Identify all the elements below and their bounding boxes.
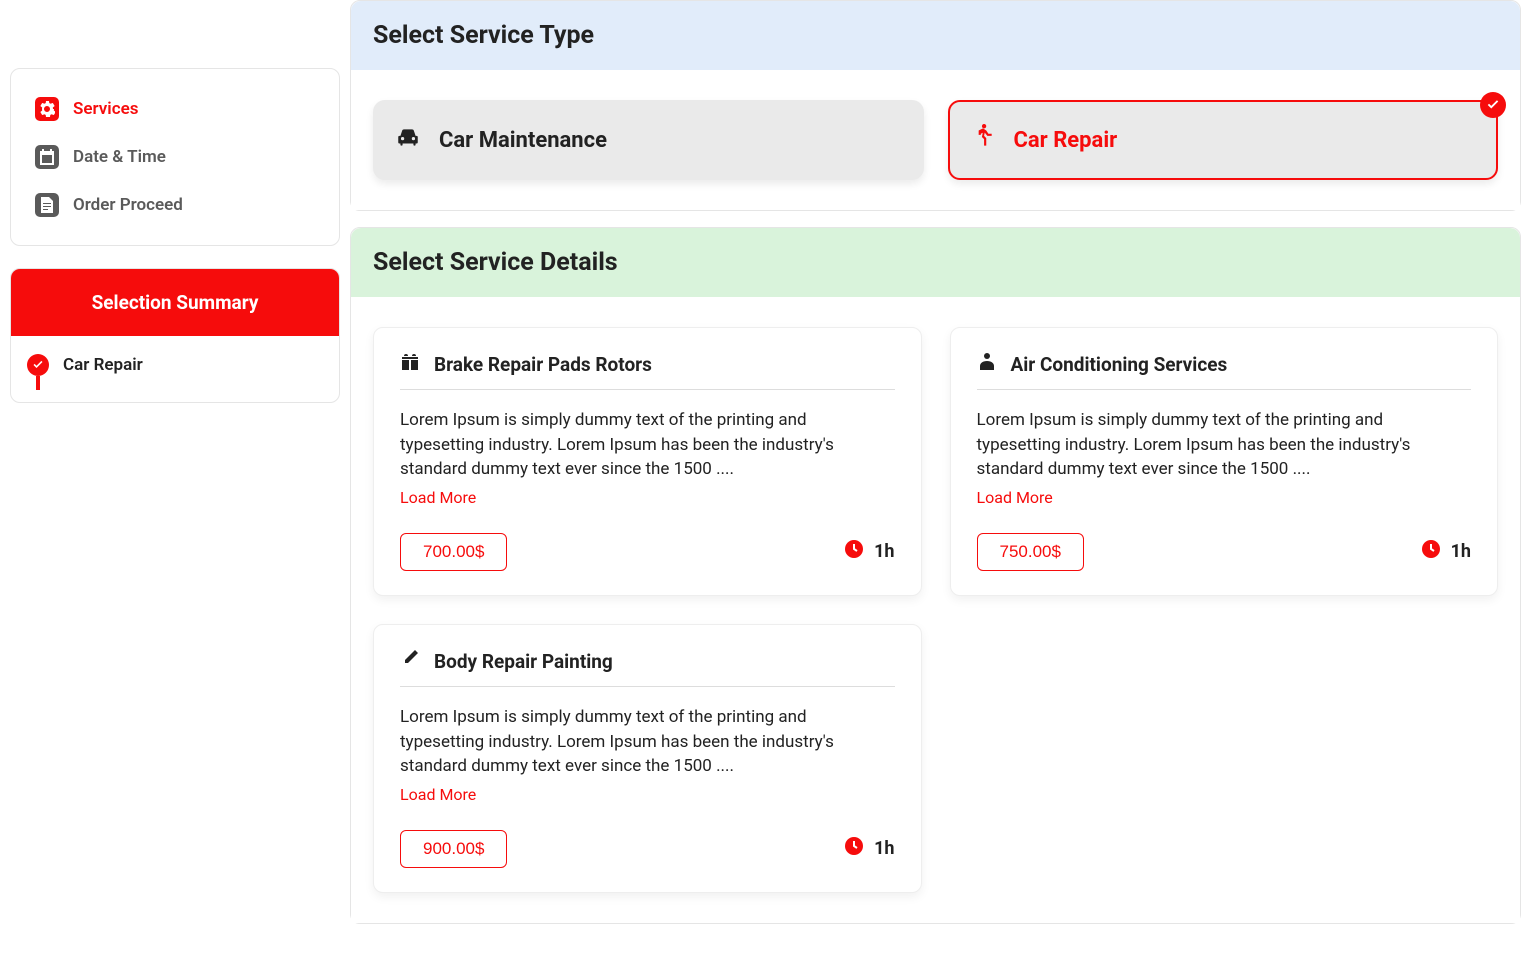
selected-check-icon [1480,92,1506,118]
step-proceed[interactable]: Order Proceed [35,193,315,217]
calendar-icon [35,145,59,169]
summary-item: Car Repair [11,336,339,402]
main-content: Select Service Type Car Maintenance Car … [350,0,1531,960]
load-more-link[interactable]: Load More [977,488,1053,507]
steps-card: Services Date & Time Order Proceed [10,68,340,246]
wizard-sidebar: Services Date & Time Order Proceed Selec… [0,0,350,960]
service-type-section: Select Service Type Car Maintenance Car … [350,0,1521,211]
selection-summary-title: Selection Summary [11,269,339,336]
duration-text: 1h [874,541,894,562]
service-card-ac[interactable]: Air Conditioning Services Lorem Ipsum is… [950,327,1499,596]
step-datetime[interactable]: Date & Time [35,145,315,169]
service-card-body-title: Body Repair Painting [434,650,613,673]
gear-icon [35,97,59,121]
document-icon [35,193,59,217]
clock-icon [844,539,864,564]
service-card-brake-desc: Lorem Ipsum is simply dummy text of the … [400,408,895,482]
step-services-label: Services [73,99,138,119]
duration-text: 1h [1451,541,1471,562]
service-type-maintenance-label: Car Maintenance [439,128,607,153]
duration-text: 1h [874,838,894,859]
step-services[interactable]: Services [35,97,315,121]
load-more-link[interactable]: Load More [400,488,476,507]
clock-icon [844,836,864,861]
gifts-icon [400,352,420,377]
service-type-repair-label: Car Repair [1014,128,1118,153]
price-button[interactable]: 900.00$ [400,830,507,868]
service-card-brake-title: Brake Repair Pads Rotors [434,353,652,376]
duration: 1h [1421,539,1471,564]
load-more-link[interactable]: Load More [400,785,476,804]
service-type-title: Select Service Type [351,1,1520,70]
price-button[interactable]: 700.00$ [400,533,507,571]
price-button[interactable]: 750.00$ [977,533,1084,571]
running-icon [970,124,996,156]
step-datetime-label: Date & Time [73,147,166,167]
service-card-body[interactable]: Body Repair Painting Lorem Ipsum is simp… [373,624,922,893]
service-card-body-desc: Lorem Ipsum is simply dummy text of the … [400,705,895,779]
duration: 1h [844,836,894,861]
duration: 1h [844,539,894,564]
service-cards-grid: Brake Repair Pads Rotors Lorem Ipsum is … [351,297,1520,923]
service-details-title: Select Service Details [351,228,1520,297]
clock-icon [1421,539,1441,564]
thermometer-icon [400,649,420,674]
service-type-repair[interactable]: Car Repair [948,100,1499,180]
car-icon [395,124,421,156]
service-card-ac-title: Air Conditioning Services [1011,353,1228,376]
service-card-brake[interactable]: Brake Repair Pads Rotors Lorem Ipsum is … [373,327,922,596]
service-details-section: Select Service Details Brake Repair Pads… [350,227,1521,924]
summary-item-label: Car Repair [63,355,143,375]
service-type-options: Car Maintenance Car Repair [351,70,1520,210]
step-proceed-label: Order Proceed [73,195,183,215]
service-card-ac-desc: Lorem Ipsum is simply dummy text of the … [977,408,1472,482]
doctor-icon [977,352,997,377]
service-type-maintenance[interactable]: Car Maintenance [373,100,924,180]
check-icon [27,354,49,376]
selection-summary-card: Selection Summary Car Repair [10,268,340,403]
